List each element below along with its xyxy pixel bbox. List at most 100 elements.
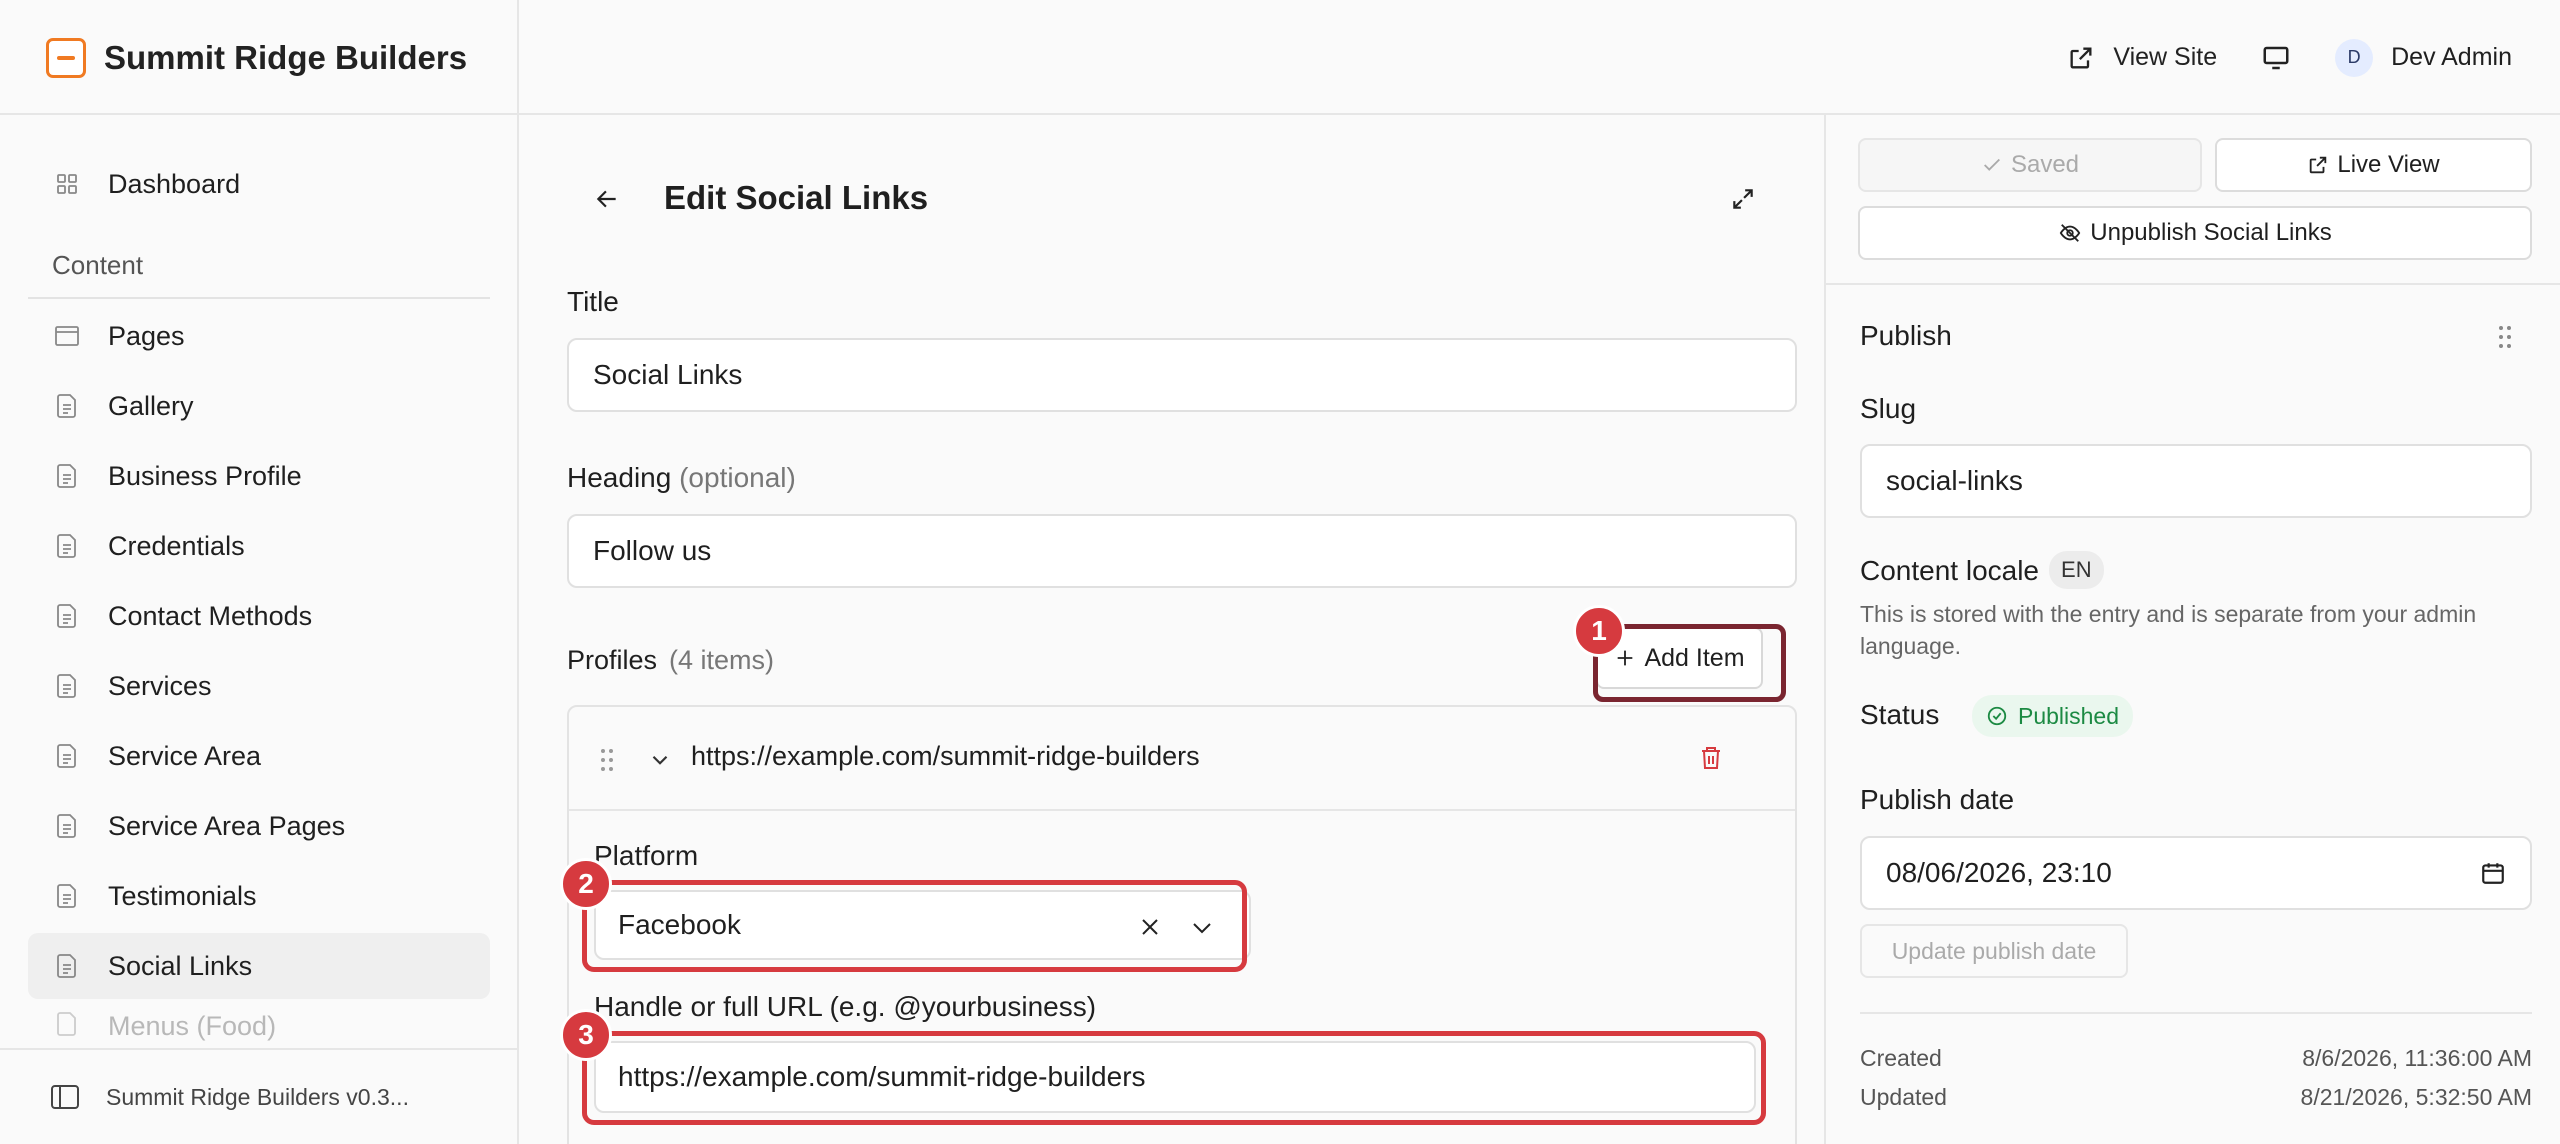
version-label: Summit Ridge Builders v0.3... bbox=[106, 1083, 409, 1110]
sidebar-item-testimonials[interactable]: Testimonials bbox=[28, 863, 490, 929]
sidebar-item-label: Gallery bbox=[108, 390, 194, 421]
section-label-content: Content bbox=[52, 250, 144, 280]
sidebar-item-service-area[interactable]: Service Area bbox=[28, 723, 490, 789]
document-icon bbox=[54, 393, 80, 419]
unpublish-button[interactable]: Unpublish Social Links bbox=[1858, 206, 2532, 260]
sidebar-item-credentials[interactable]: Credentials bbox=[28, 513, 490, 579]
page-layout-icon bbox=[54, 323, 80, 349]
locale-note: This is stored with the entry and is sep… bbox=[1860, 601, 2477, 659]
expand-button[interactable] bbox=[1725, 181, 1761, 217]
expand-icon bbox=[1733, 189, 1753, 209]
sidebar-item-label: Contact Methods bbox=[108, 600, 313, 631]
status-label: Status bbox=[1860, 699, 1940, 730]
page-title: Edit Social Links bbox=[664, 179, 929, 216]
calendar-icon[interactable] bbox=[2480, 860, 2506, 886]
title-input[interactable]: Social Links bbox=[567, 338, 1797, 412]
drag-dots-icon[interactable] bbox=[2498, 325, 2512, 354]
brand[interactable]: Summit Ridge Builders bbox=[0, 0, 519, 115]
profile-item-url: https://example.com/summit-ridge-builder… bbox=[691, 741, 1200, 771]
sidebar-item-label: Testimonials bbox=[108, 880, 257, 911]
sidebar-item-service-area-pages[interactable]: Service Area Pages bbox=[28, 793, 490, 859]
document-icon bbox=[54, 813, 80, 839]
highlight-box-2 bbox=[582, 880, 1247, 972]
top-bar: Summit Ridge Builders View Site D Dev Ad… bbox=[0, 0, 2560, 115]
created-value: 8/6/2026, 11:36:00 AM bbox=[2302, 1045, 2532, 1071]
publish-actions: Saved Live View Unpublish Social Links bbox=[1826, 115, 2560, 285]
sidebar-item-services[interactable]: Services bbox=[28, 653, 490, 719]
saved-button[interactable]: Saved bbox=[1858, 138, 2202, 192]
slug-label: Slug bbox=[1860, 393, 1917, 424]
avatar: D bbox=[2335, 38, 2374, 77]
trash-icon[interactable] bbox=[1699, 745, 1723, 776]
sidebar-item-label: Service Area Pages bbox=[108, 810, 346, 841]
view-site-label: View Site bbox=[2113, 43, 2218, 71]
document-icon bbox=[54, 1011, 80, 1037]
sidebar-item-label: Services bbox=[108, 670, 212, 701]
divider bbox=[28, 297, 490, 299]
content-locale-label: Content locale EN bbox=[1860, 551, 2104, 589]
sidebar-item-social-links[interactable]: Social Links bbox=[28, 933, 490, 999]
top-actions: View Site D Dev Admin bbox=[2067, 0, 2512, 115]
editor-main: Edit Social Links Title Social Links Hea… bbox=[519, 115, 1824, 1144]
unpublish-label: Unpublish Social Links bbox=[2090, 219, 2332, 246]
annotation-badge-2: 2 bbox=[560, 858, 612, 910]
check-icon bbox=[1983, 158, 2000, 171]
live-view-label: Live View bbox=[2337, 151, 2440, 178]
heading-input[interactable]: Follow us bbox=[567, 514, 1797, 588]
external-link-icon bbox=[2310, 156, 2327, 174]
document-icon bbox=[54, 953, 80, 979]
profiles-label-text: Profiles bbox=[567, 645, 658, 675]
sidebar-toggle-icon bbox=[51, 1085, 79, 1109]
highlight-box-3 bbox=[582, 1031, 1766, 1125]
title-label: Title bbox=[567, 286, 619, 317]
platform-label: Platform bbox=[594, 840, 699, 871]
sidebar-item-label: Business Profile bbox=[108, 460, 302, 491]
sidebar-item-label: Service Area bbox=[108, 740, 262, 771]
external-link-icon bbox=[2070, 47, 2092, 68]
back-button[interactable] bbox=[589, 181, 625, 217]
sidebar: Dashboard Content Pages Gallery Business… bbox=[0, 115, 519, 1144]
sidebar-item-label: Credentials bbox=[108, 530, 245, 561]
publish-date-input[interactable]: 08/06/2026, 23:10 bbox=[1860, 836, 2532, 910]
sidebar-item-contact-methods[interactable]: Contact Methods bbox=[28, 583, 490, 649]
created-row: Created 8/6/2026, 11:36:00 AM bbox=[1860, 1045, 2532, 1072]
heading-label-text: Heading bbox=[567, 462, 672, 493]
eye-off-icon bbox=[2060, 224, 2081, 242]
updated-value: 8/21/2026, 5:32:50 AM bbox=[2300, 1084, 2532, 1110]
annotation-badge-1: 1 bbox=[1573, 605, 1625, 657]
brand-logo-icon bbox=[46, 37, 86, 78]
divider bbox=[1860, 1012, 2532, 1014]
arrow-left-icon bbox=[596, 190, 616, 208]
locale-badge: EN bbox=[2049, 551, 2104, 589]
sidebar-item-gallery[interactable]: Gallery bbox=[28, 373, 490, 439]
sidebar-item-business-profile[interactable]: Business Profile bbox=[28, 443, 490, 509]
publish-date-label: Publish date bbox=[1860, 784, 2015, 815]
sidebar-item-label: Dashboard bbox=[108, 168, 241, 199]
sidebar-item-label: Pages bbox=[108, 320, 185, 351]
created-label: Created bbox=[1860, 1045, 1942, 1071]
user-name: Dev Admin bbox=[2391, 43, 2512, 71]
drag-handle-icon[interactable] bbox=[599, 747, 615, 778]
grid-icon bbox=[54, 171, 80, 197]
view-site-link[interactable]: View Site bbox=[2067, 43, 2217, 72]
updated-row: Updated 8/21/2026, 5:32:50 AM bbox=[1860, 1084, 2532, 1111]
document-icon bbox=[54, 463, 80, 489]
document-icon bbox=[54, 603, 80, 629]
sidebar-item-menus-food[interactable]: Menus (Food) bbox=[28, 1003, 490, 1043]
publish-panel: Saved Live View Unpublish Social Links P… bbox=[1824, 115, 2560, 1144]
heading-optional: (optional) bbox=[679, 462, 796, 493]
document-icon bbox=[54, 883, 80, 909]
sidebar-item-dashboard[interactable]: Dashboard bbox=[28, 151, 490, 217]
profile-item-header[interactable]: https://example.com/summit-ridge-builder… bbox=[569, 707, 1795, 811]
chevron-down-icon[interactable] bbox=[647, 747, 673, 778]
preview-device-button[interactable] bbox=[2261, 43, 2291, 73]
slug-input[interactable]: social-links bbox=[1860, 444, 2532, 518]
update-publish-date-button[interactable]: Update publish date bbox=[1860, 924, 2128, 978]
sidebar-item-pages[interactable]: Pages bbox=[28, 303, 490, 369]
user-menu[interactable]: D Dev Admin bbox=[2335, 38, 2512, 77]
updated-label: Updated bbox=[1860, 1084, 1947, 1110]
live-view-button[interactable]: Live View bbox=[2215, 138, 2532, 192]
document-icon bbox=[54, 673, 80, 699]
sidebar-footer[interactable]: Summit Ridge Builders v0.3... bbox=[0, 1048, 517, 1144]
profiles-count: (4 items) bbox=[669, 645, 775, 675]
